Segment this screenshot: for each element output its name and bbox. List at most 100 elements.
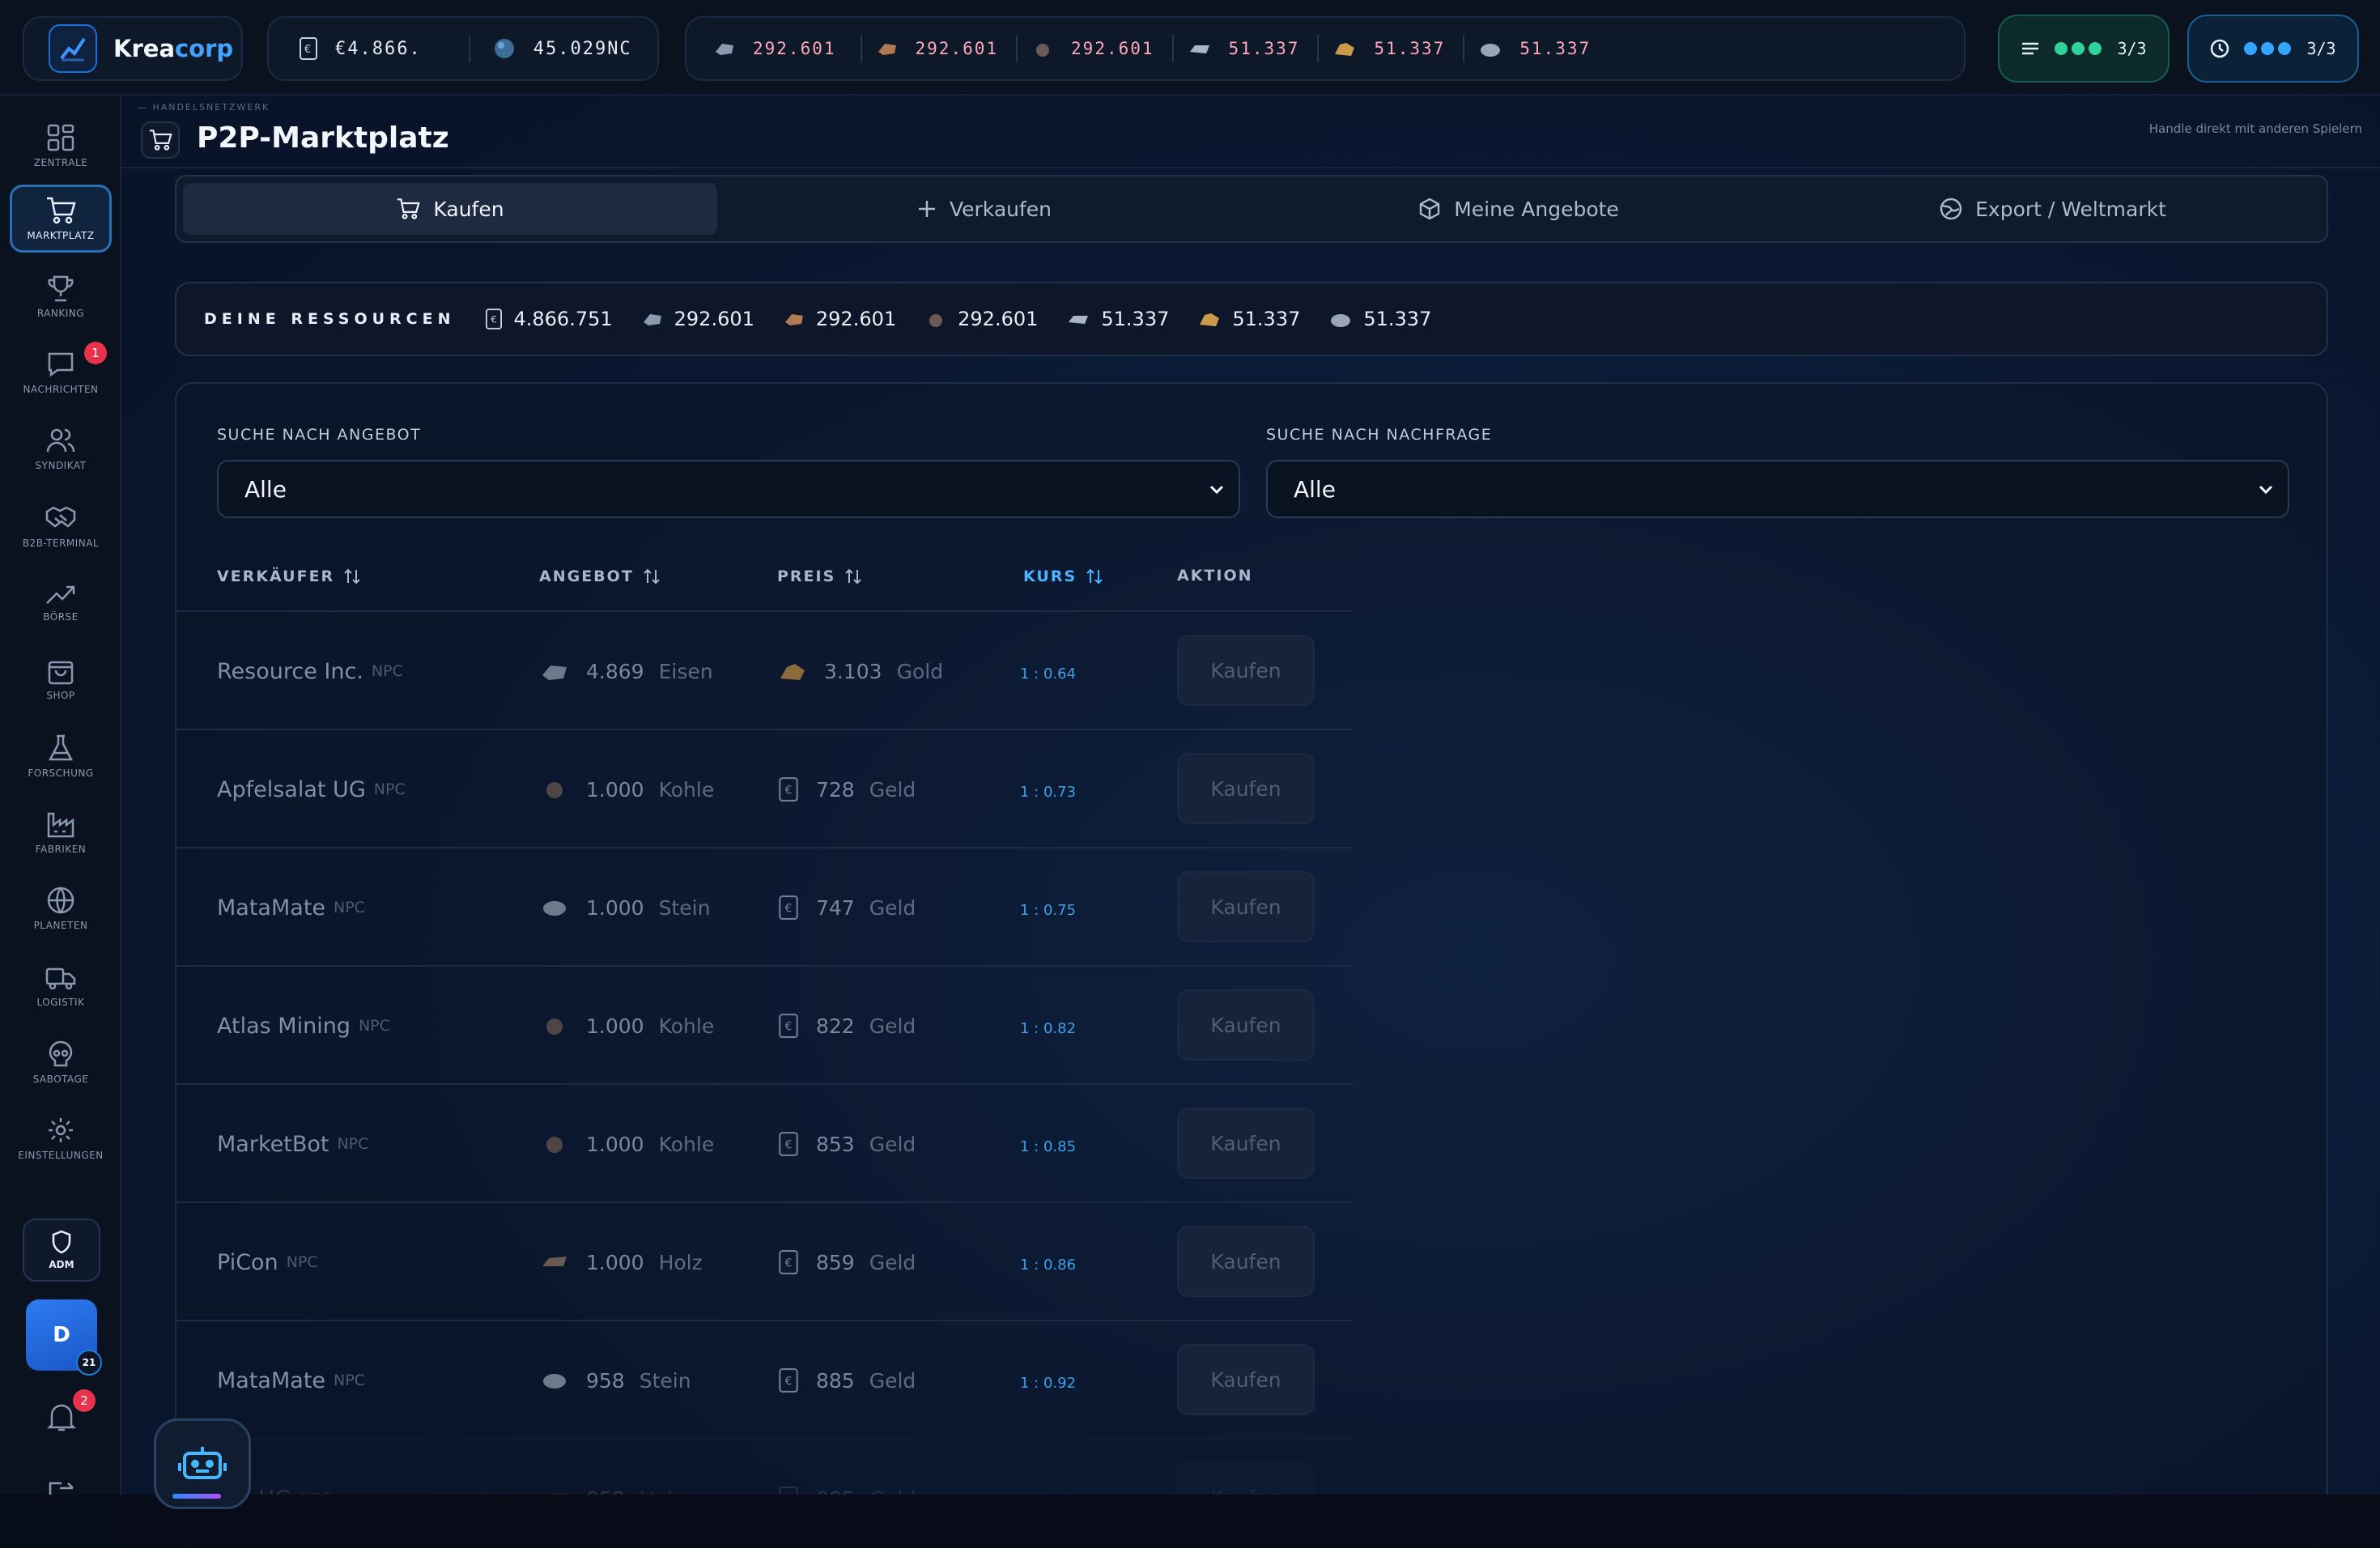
sidebar-item-label: Zentrale	[33, 157, 88, 168]
table-row: Atlas Mining NPC 1.000 Kohle €822 Geld 1 : …	[176, 965, 1354, 1083]
sidebar-item-label: Syndikat	[35, 460, 87, 471]
status-queue-green[interactable]: 3/3	[1998, 15, 2170, 83]
table-row: MarketBot NPC 1.000 Kohle €853 Geld 1 : 0.8…	[176, 1083, 1354, 1201]
stone-icon	[541, 897, 568, 918]
status-dot	[2244, 42, 2258, 55]
sidebar-item-label: Planeten	[33, 920, 88, 931]
npc-tag: NPC	[286, 1253, 318, 1271]
npc-tag: NPC	[334, 1372, 365, 1389]
sidebar-item-fabriken[interactable]: Fabriken	[10, 798, 112, 866]
money-display: € €4.866.	[300, 37, 422, 60]
svg-text:€: €	[785, 784, 793, 797]
sidebar-item-einstellungen[interactable]: Einstellungen	[10, 1104, 112, 1172]
buy-button[interactable]: Kaufen	[1177, 1344, 1315, 1415]
money-icon: €	[779, 1132, 798, 1156]
buy-button[interactable]: Kaufen	[1177, 1226, 1315, 1297]
sidebar-item-label: Börse	[43, 611, 79, 623]
sidebar-item-sabotage[interactable]: Sabotage	[10, 1028, 112, 1096]
status-queue-blue[interactable]: 3/3	[2187, 15, 2359, 83]
sidebar-item-forschung[interactable]: Forschung	[10, 722, 112, 790]
money-icon: €	[486, 308, 503, 330]
money-icon: €	[779, 1014, 798, 1038]
resources-label: DEINE RESSOURCEN	[204, 310, 456, 328]
column-header-offer[interactable]: ANGEBOT	[539, 567, 661, 586]
buy-button[interactable]: Kaufen	[1177, 635, 1315, 706]
resource-stone: 51.337	[1329, 308, 1431, 330]
column-header-seller[interactable]: VERKÄUFER	[217, 567, 362, 586]
logo-icon	[49, 24, 97, 73]
chevron-down-icon	[2255, 479, 2276, 506]
resource-copper: 292.601	[784, 308, 896, 330]
sidebar-item-shop[interactable]: Shop	[10, 644, 112, 712]
buy-button[interactable]: Kaufen	[1177, 753, 1315, 824]
iron-ore-icon	[541, 661, 568, 682]
sidebar-item-logistik[interactable]: Logistik	[10, 952, 112, 1020]
sidebar-item-label: Logistik	[36, 997, 85, 1008]
sidebar-item-boerse[interactable]: Börse	[10, 568, 112, 636]
iron-ore-icon	[642, 311, 663, 327]
npc-tag: NPC	[334, 899, 365, 916]
notifications-button[interactable]: 2	[45, 1389, 96, 1436]
gold-ore-icon	[779, 661, 806, 682]
seller-cell: PiCon NPC	[217, 1249, 318, 1275]
users-icon	[46, 428, 75, 453]
sidebar-item-nachrichten[interactable]: Nachrichten 1	[10, 338, 112, 406]
sidebar-item-planeten[interactable]: Planeten	[10, 874, 112, 942]
flask-icon	[48, 734, 74, 761]
tab-verkaufen[interactable]: Verkaufen	[717, 183, 1252, 235]
sidebar-item-label: B2B-Terminal	[22, 538, 100, 549]
sidebar-item-syndikat[interactable]: Syndikat	[10, 415, 112, 483]
rate-cell: 1 : 0.86	[1020, 1256, 1077, 1274]
sort-icon	[642, 567, 661, 586]
tab-export-weltmarkt[interactable]: Export / Weltmarkt	[1786, 183, 2320, 235]
table-row: Resource Inc. NPC 4.869 Eisen 3.103 Gold 1 …	[176, 610, 1354, 729]
sidebar-item-marktplatz[interactable]: Marktplatz	[10, 185, 112, 253]
column-header-rate[interactable]: KURS	[1023, 567, 1104, 586]
tab-label: Export / Weltmarkt	[1975, 197, 2166, 221]
resource-iron: 292.601	[714, 39, 836, 58]
message-icon	[48, 352, 74, 377]
sidebar-item-ranking[interactable]: Ranking	[10, 262, 112, 330]
tab-meine-angebote[interactable]: Meine Angebote	[1252, 183, 1786, 235]
svg-text:€: €	[491, 314, 498, 325]
price-cell: 3.103 Gold	[779, 612, 943, 730]
avatar[interactable]: D 21	[26, 1299, 102, 1376]
sidebar-item-zentrale[interactable]: Zentrale	[10, 112, 112, 180]
box-icon	[1418, 198, 1441, 220]
svg-text:€: €	[785, 1257, 793, 1269]
svg-text:€: €	[785, 1020, 793, 1033]
sidebar-item-b2b-terminal[interactable]: B2B-Terminal	[10, 492, 112, 560]
resource-steel: 51.337	[1188, 39, 1300, 58]
globe-icon	[47, 887, 74, 914]
column-header-price[interactable]: PREIS	[777, 567, 863, 586]
stone-icon	[1479, 40, 1502, 57]
sort-icon	[342, 567, 362, 586]
divider	[121, 167, 2380, 168]
globe-icon	[1940, 198, 1962, 220]
buy-button[interactable]: Kaufen	[1177, 989, 1315, 1061]
resource-steel: 51.337	[1067, 308, 1169, 330]
money-icon: €	[779, 1250, 798, 1274]
demand-filter-select[interactable]: Alle	[1266, 460, 2289, 518]
tab-kaufen[interactable]: Kaufen	[183, 183, 717, 235]
price-cell: €859 Geld	[779, 1203, 916, 1321]
sidebar-item-label: Shop	[46, 690, 75, 701]
logo-box[interactable]: Kreacorp	[23, 16, 243, 81]
column-header-action: AKTION	[1177, 567, 1253, 585]
money-icon: €	[779, 777, 798, 802]
sidebar-item-label: Sabotage	[32, 1074, 89, 1085]
rate-cell: 1 : 0.92	[1020, 1374, 1077, 1392]
truck-icon	[45, 968, 76, 990]
offer-filter-select[interactable]: Alle	[217, 460, 1240, 518]
buy-button[interactable]: Kaufen	[1177, 1108, 1315, 1179]
assistant-bot-button[interactable]	[154, 1418, 251, 1509]
gold-ore-icon	[1333, 40, 1356, 57]
resource-gold: 51.337	[1333, 39, 1445, 58]
table-row: MataMate NPC 958 Stein €885 Geld 1 : 0.92 K…	[176, 1320, 1354, 1438]
money-icon: €	[779, 895, 798, 920]
admin-button[interactable]: ADM	[23, 1218, 100, 1282]
buy-button[interactable]: Kaufen	[1177, 871, 1315, 942]
plus-icon	[917, 199, 937, 219]
cart-icon	[149, 130, 172, 151]
rate-cell: 1 : 0.85	[1020, 1138, 1077, 1155]
